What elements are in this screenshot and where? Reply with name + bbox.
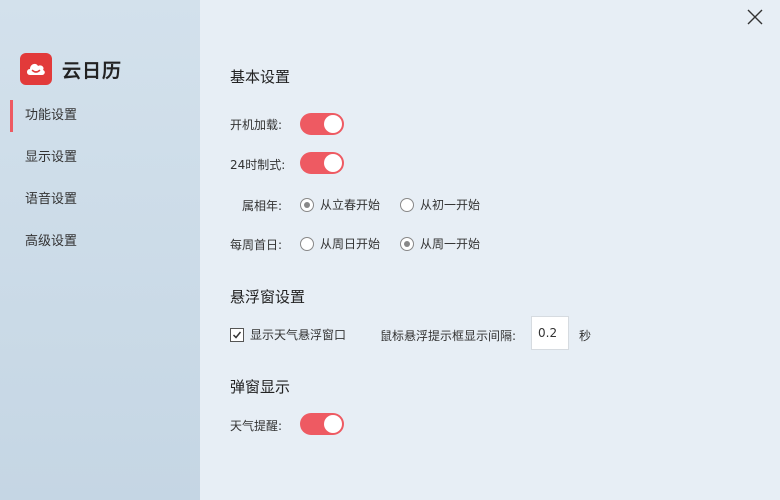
check-icon xyxy=(232,331,242,339)
radio-label: 从初一开始 xyxy=(420,198,481,212)
checkbox-label: 显示天气悬浮窗口 xyxy=(250,328,347,342)
toggle-knob xyxy=(324,154,342,172)
checkbox-box xyxy=(230,327,244,342)
app-title: 云日历 xyxy=(62,59,123,82)
radio-circle xyxy=(400,236,414,251)
settings-window: 云日历 功能设置 显示设置 语音设置 高级设置 基本设置 开机加载: 24时制式… xyxy=(0,0,780,500)
zodiac-label: 属相年: xyxy=(242,199,283,213)
section-title-popup: 弹窗显示 xyxy=(230,378,291,396)
weather-alert-toggle[interactable] xyxy=(300,413,344,435)
radio-circle xyxy=(300,236,314,251)
sidebar-item-voice[interactable]: 语音设置 xyxy=(0,179,200,221)
autostart-toggle[interactable] xyxy=(300,113,344,135)
sidebar-item-label: 功能设置 xyxy=(25,108,78,123)
toggle-knob xyxy=(324,115,342,133)
week-start-label: 每周首日: xyxy=(230,238,283,252)
radio-label: 从周一开始 xyxy=(420,237,481,251)
show-weather-float-checkbox[interactable]: 显示天气悬浮窗口 xyxy=(230,326,346,343)
sidebar-nav: 功能设置 显示设置 语音设置 高级设置 xyxy=(0,95,200,263)
zodiac-radio-lichun[interactable]: 从立春开始 xyxy=(300,196,380,213)
clock24-label: 24时制式: xyxy=(230,158,286,172)
app-logo: 云日历 xyxy=(20,53,122,85)
clock24-toggle[interactable] xyxy=(300,152,344,174)
week-start-radio-sunday[interactable]: 从周日开始 xyxy=(300,235,380,252)
close-button[interactable] xyxy=(746,8,764,26)
toggle-knob xyxy=(324,415,342,433)
cloud-calendar-icon xyxy=(20,53,52,85)
section-title-basic: 基本设置 xyxy=(230,68,291,86)
close-icon xyxy=(747,9,763,25)
sidebar-item-label: 高级设置 xyxy=(25,234,78,249)
section-title-float: 悬浮窗设置 xyxy=(230,288,306,306)
interval-label: 鼠标悬浮提示框显示间隔: xyxy=(380,329,517,343)
zodiac-radio-chuyi[interactable]: 从初一开始 xyxy=(400,196,480,213)
main-panel: 基本设置 开机加载: 24时制式: 属相年: 从立春开始 从初一开始 每周首日:… xyxy=(200,0,780,500)
sidebar-item-display[interactable]: 显示设置 xyxy=(0,137,200,179)
interval-unit: 秒 xyxy=(579,329,592,343)
sidebar-item-label: 显示设置 xyxy=(25,150,78,165)
sidebar-item-function[interactable]: 功能设置 xyxy=(0,95,200,137)
interval-input[interactable] xyxy=(531,316,569,350)
sidebar-item-advanced[interactable]: 高级设置 xyxy=(0,221,200,263)
radio-label: 从周日开始 xyxy=(320,237,381,251)
sidebar: 云日历 功能设置 显示设置 语音设置 高级设置 xyxy=(0,0,200,500)
radio-label: 从立春开始 xyxy=(320,198,381,212)
sidebar-item-label: 语音设置 xyxy=(25,192,78,207)
autostart-label: 开机加载: xyxy=(230,118,283,132)
radio-circle xyxy=(400,197,414,212)
weather-alert-label: 天气提醒: xyxy=(230,419,283,433)
radio-circle xyxy=(300,197,314,212)
week-start-radio-monday[interactable]: 从周一开始 xyxy=(400,235,480,252)
